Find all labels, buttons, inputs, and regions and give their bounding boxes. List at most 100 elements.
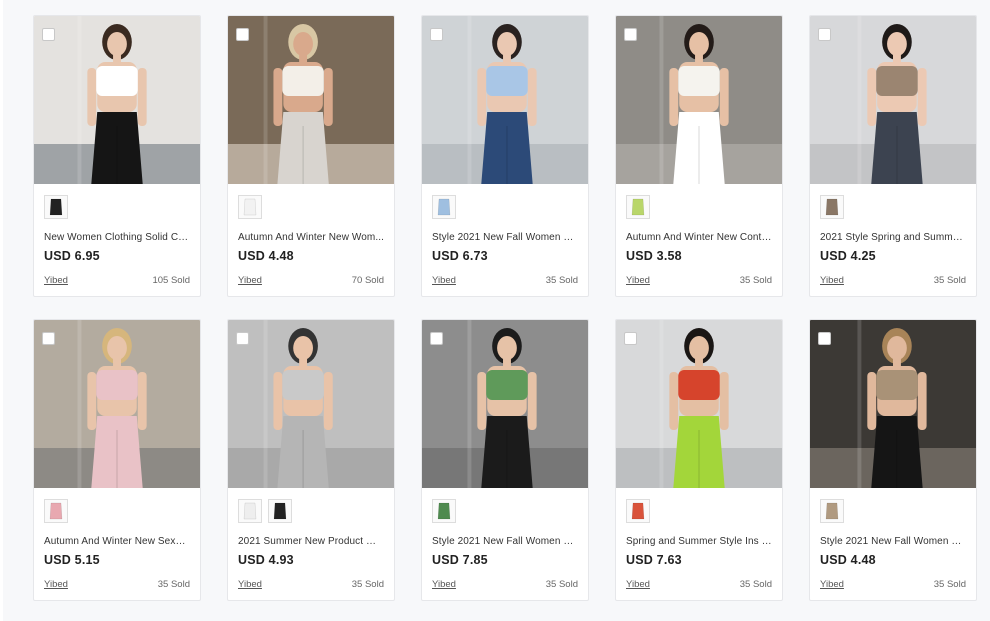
product-price: USD 3.58	[626, 249, 682, 263]
product-image[interactable]	[34, 16, 200, 184]
product-meta: Yibed 70 Sold	[238, 275, 384, 286]
seller-link[interactable]: Yibed	[820, 275, 844, 286]
sold-count: 35 Sold	[351, 579, 384, 590]
product-title[interactable]: Style 2021 New Fall Women Clo...	[432, 536, 578, 547]
sold-count: 35 Sold	[739, 275, 772, 286]
variant-thumbnails	[626, 499, 782, 523]
select-checkbox[interactable]	[818, 28, 831, 41]
product-meta: Yibed 35 Sold	[432, 275, 578, 286]
product-title[interactable]: Autumn And Winter New Contr...	[626, 232, 772, 243]
select-checkbox[interactable]	[42, 332, 55, 345]
sold-count: 35 Sold	[739, 579, 772, 590]
product-title[interactable]: New Women Clothing Solid Col...	[44, 232, 190, 243]
seller-link[interactable]: Yibed	[44, 579, 68, 590]
sold-count: 35 Sold	[933, 275, 966, 286]
product-price: USD 4.93	[238, 553, 294, 567]
variant-thumbnail[interactable]	[432, 499, 456, 523]
variant-thumbnails	[238, 499, 394, 523]
product-grid-page: New Women Clothing Solid Col... USD 6.95…	[0, 0, 990, 621]
product-meta: Yibed 35 Sold	[626, 579, 772, 590]
product-meta: Yibed 35 Sold	[238, 579, 384, 590]
select-checkbox[interactable]	[818, 332, 831, 345]
seller-link[interactable]: Yibed	[626, 275, 650, 286]
product-card[interactable]: Autumn And Winter New Wom... USD 4.48 Yi…	[227, 15, 395, 297]
product-meta: Yibed 105 Sold	[44, 275, 190, 286]
product-meta: Yibed 35 Sold	[626, 275, 772, 286]
product-price: USD 7.85	[432, 553, 488, 567]
variant-thumbnail[interactable]	[820, 195, 844, 219]
product-card[interactable]: 2021 Summer New Product Wo... USD 4.93 Y…	[227, 319, 395, 601]
product-grid: New Women Clothing Solid Col... USD 6.95…	[33, 15, 977, 601]
variant-thumbnail[interactable]	[432, 195, 456, 219]
product-meta: Yibed 35 Sold	[432, 579, 578, 590]
variant-thumbnail[interactable]	[268, 499, 292, 523]
variant-thumbnails	[432, 499, 588, 523]
sold-count: 70 Sold	[351, 275, 384, 286]
select-checkbox[interactable]	[42, 28, 55, 41]
sold-count: 35 Sold	[933, 579, 966, 590]
variant-thumbnails	[44, 195, 200, 219]
variant-thumbnail[interactable]	[626, 499, 650, 523]
select-checkbox[interactable]	[236, 28, 249, 41]
seller-link[interactable]: Yibed	[432, 275, 456, 286]
product-price: USD 7.63	[626, 553, 682, 567]
seller-link[interactable]: Yibed	[432, 579, 456, 590]
sold-count: 105 Sold	[152, 275, 190, 286]
product-image[interactable]	[810, 16, 976, 184]
variant-thumbnail[interactable]	[238, 195, 262, 219]
product-image[interactable]	[228, 16, 394, 184]
seller-link[interactable]: Yibed	[820, 579, 844, 590]
sold-count: 35 Sold	[545, 579, 578, 590]
product-price: USD 6.95	[44, 249, 100, 263]
variant-thumbnail[interactable]	[820, 499, 844, 523]
product-title[interactable]: 2021 Style Spring and Summer ...	[820, 232, 966, 243]
product-card[interactable]: Autumn And Winter New Contr... USD 3.58 …	[615, 15, 783, 297]
product-title[interactable]: Spring and Summer Style Ins N...	[626, 536, 772, 547]
product-image[interactable]	[616, 320, 782, 488]
product-title[interactable]: Autumn And Winter New Wom...	[238, 232, 384, 243]
product-image[interactable]	[228, 320, 394, 488]
variant-thumbnails	[820, 195, 976, 219]
product-card[interactable]: New Women Clothing Solid Col... USD 6.95…	[33, 15, 201, 297]
product-image[interactable]	[810, 320, 976, 488]
variant-thumbnail[interactable]	[44, 195, 68, 219]
product-title[interactable]: Style 2021 New Fall Women Clo...	[432, 232, 578, 243]
sold-count: 35 Sold	[545, 275, 578, 286]
product-card[interactable]: Autumn And Winter New Sexy ... USD 5.15 …	[33, 319, 201, 601]
variant-thumbnails	[626, 195, 782, 219]
variant-thumbnails	[432, 195, 588, 219]
variant-thumbnail[interactable]	[626, 195, 650, 219]
product-card[interactable]: Style 2021 New Fall Women Clo... USD 7.8…	[421, 319, 589, 601]
product-price: USD 4.48	[820, 553, 876, 567]
product-card[interactable]: 2021 Style Spring and Summer ... USD 4.2…	[809, 15, 977, 297]
product-title[interactable]: Autumn And Winter New Sexy ...	[44, 536, 190, 547]
variant-thumbnail[interactable]	[238, 499, 262, 523]
select-checkbox[interactable]	[624, 28, 637, 41]
select-checkbox[interactable]	[624, 332, 637, 345]
product-image[interactable]	[34, 320, 200, 488]
select-checkbox[interactable]	[236, 332, 249, 345]
product-card[interactable]: Spring and Summer Style Ins N... USD 7.6…	[615, 319, 783, 601]
variant-thumbnail[interactable]	[44, 499, 68, 523]
seller-link[interactable]: Yibed	[238, 275, 262, 286]
product-image[interactable]	[616, 16, 782, 184]
product-card[interactable]: Style 2021 New Fall Women Clo... USD 6.7…	[421, 15, 589, 297]
select-checkbox[interactable]	[430, 332, 443, 345]
product-image[interactable]	[422, 16, 588, 184]
select-checkbox[interactable]	[430, 28, 443, 41]
seller-link[interactable]: Yibed	[238, 579, 262, 590]
seller-link[interactable]: Yibed	[626, 579, 650, 590]
sold-count: 35 Sold	[157, 579, 190, 590]
product-title[interactable]: 2021 Summer New Product Wo...	[238, 536, 384, 547]
product-title[interactable]: Style 2021 New Fall Women Clo...	[820, 536, 966, 547]
product-image[interactable]	[422, 320, 588, 488]
product-meta: Yibed 35 Sold	[820, 579, 966, 590]
seller-link[interactable]: Yibed	[44, 275, 68, 286]
product-meta: Yibed 35 Sold	[820, 275, 966, 286]
variant-thumbnails	[44, 499, 200, 523]
product-price: USD 4.48	[238, 249, 294, 263]
product-price: USD 5.15	[44, 553, 100, 567]
product-card[interactable]: Style 2021 New Fall Women Clo... USD 4.4…	[809, 319, 977, 601]
variant-thumbnails	[238, 195, 394, 219]
variant-thumbnails	[820, 499, 976, 523]
